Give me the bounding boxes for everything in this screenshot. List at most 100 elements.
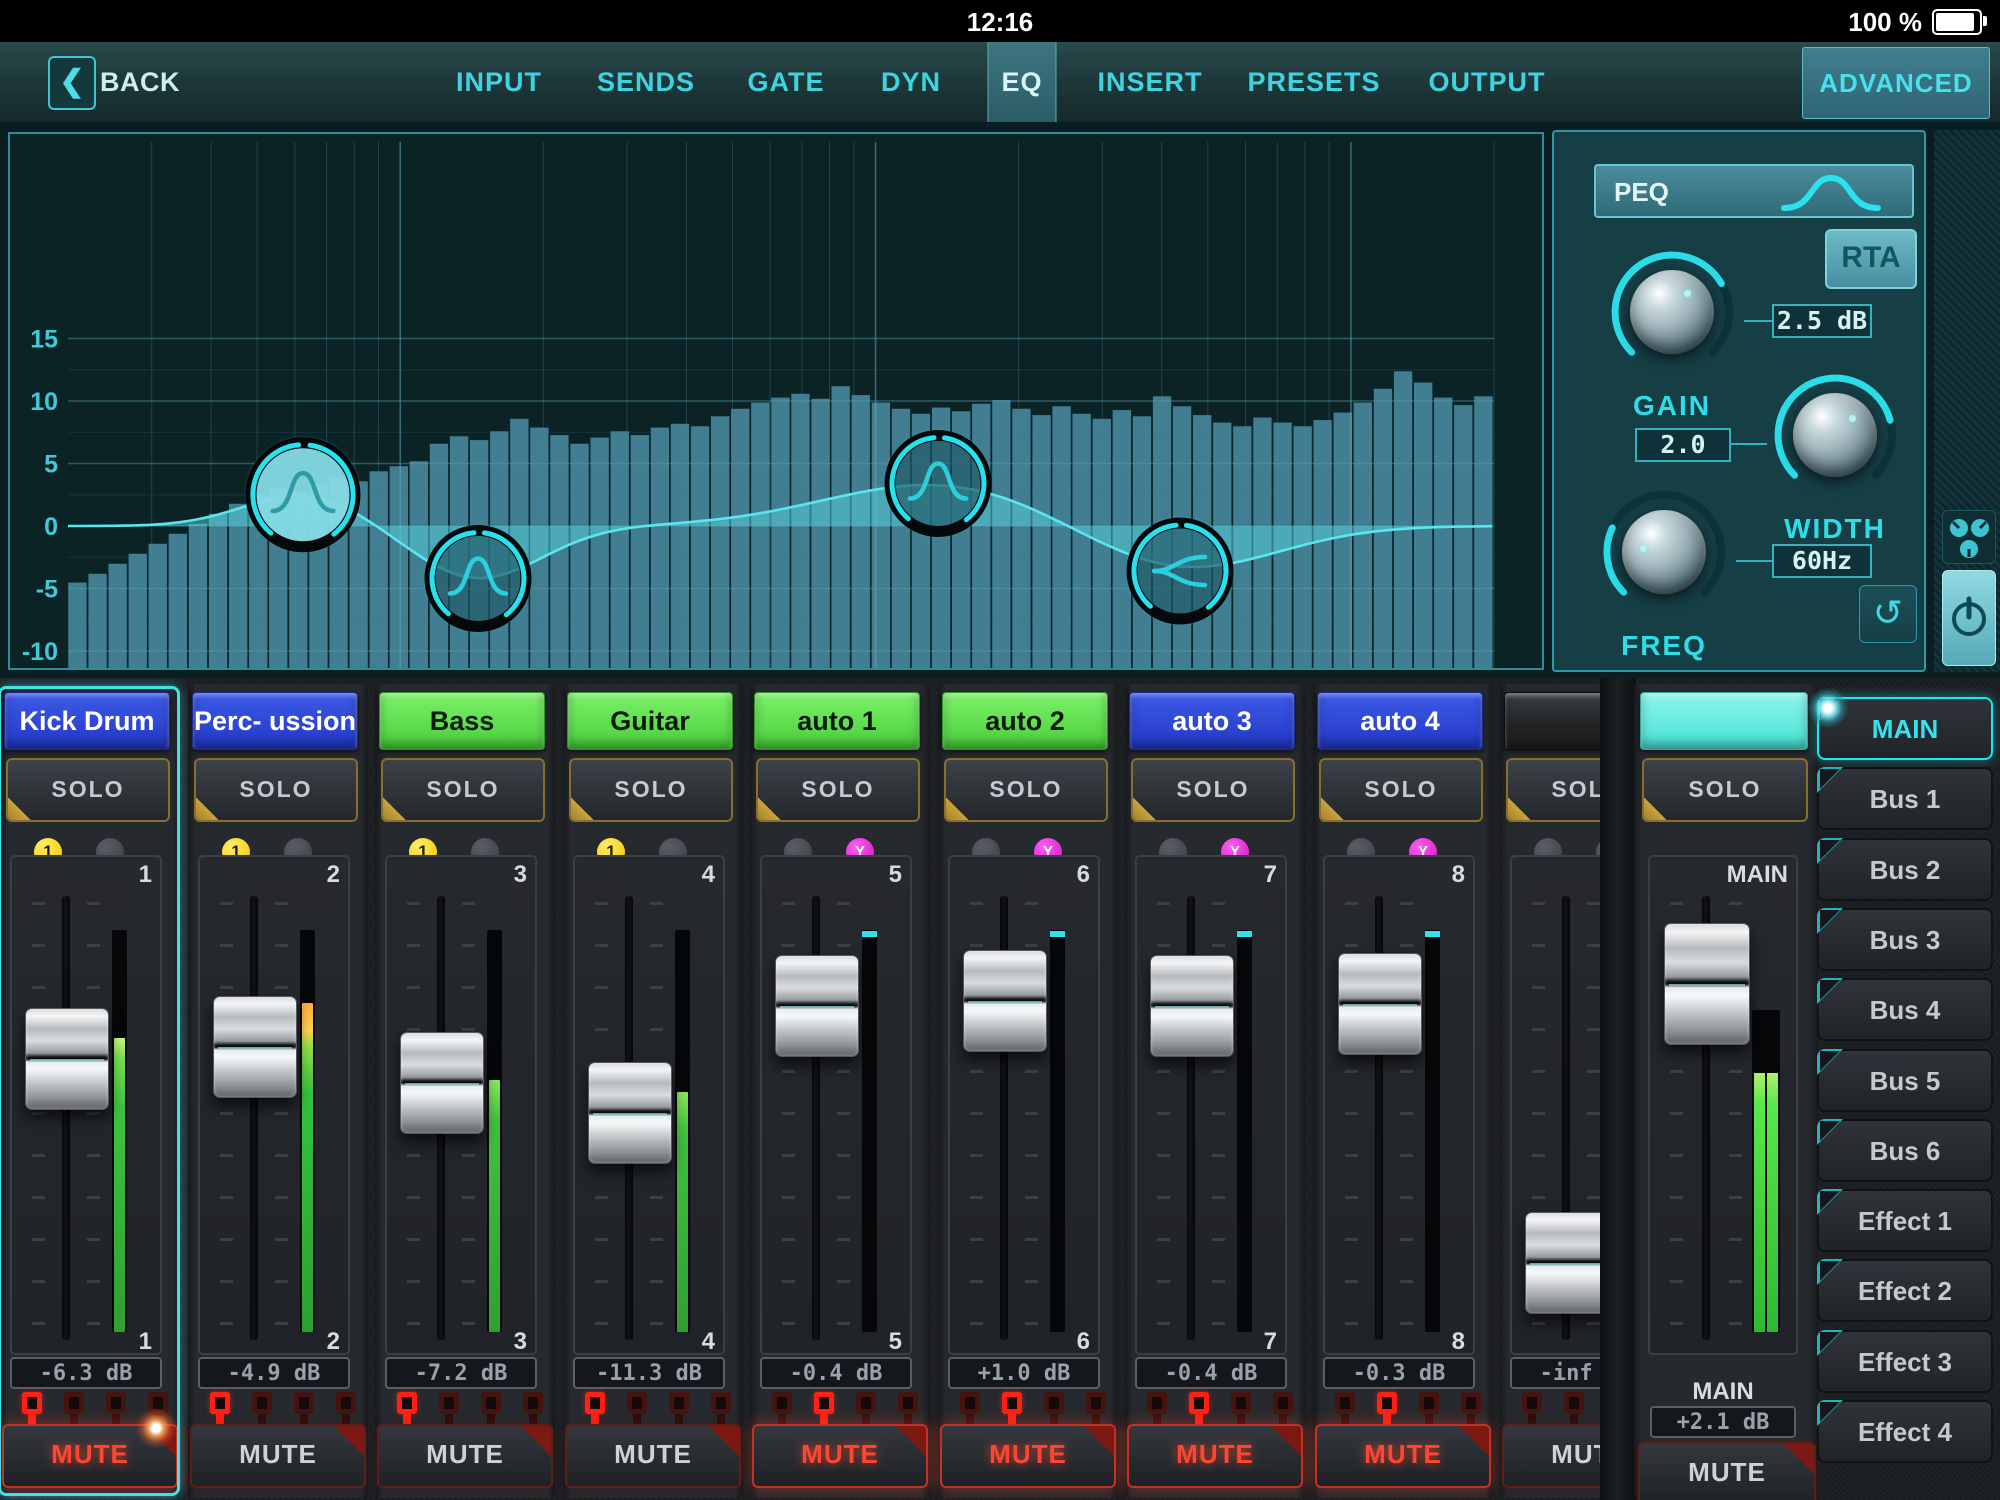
- sidebar-item-bus-1[interactable]: Bus 1: [1817, 767, 1993, 830]
- fader-cap[interactable]: [400, 1032, 484, 1134]
- send-indicator-square: [627, 1392, 647, 1414]
- tab-gate[interactable]: GATE: [734, 42, 839, 122]
- main-solo-button[interactable]: SOLO: [1642, 758, 1808, 822]
- freq-label: FREQ: [1621, 630, 1707, 661]
- channel-name-label[interactable]: [1504, 692, 1600, 750]
- fader-cap[interactable]: [1338, 953, 1422, 1055]
- fader-cap[interactable]: [963, 950, 1047, 1052]
- eq-band-handle-1[interactable]: [244, 435, 362, 554]
- fader-tick: [1670, 1070, 1683, 1073]
- fader-tick: [1532, 1028, 1545, 1031]
- sidebar-item-bus-4[interactable]: Bus 4: [1817, 978, 1993, 1041]
- mute-button[interactable]: MUTE: [2, 1424, 178, 1488]
- solo-button[interactable]: SOLO: [1131, 758, 1295, 822]
- advanced-button[interactable]: ADVANCED: [1802, 47, 1990, 119]
- mute-button[interactable]: MUTE: [565, 1424, 741, 1488]
- width-knob[interactable]: [1765, 365, 1905, 505]
- mute-button[interactable]: MUTE: [190, 1424, 366, 1488]
- solo-button[interactable]: SOLO: [381, 758, 545, 822]
- channel-name-label[interactable]: Perc- ussion: [192, 692, 358, 750]
- fader-tick: [275, 944, 288, 947]
- fader-cap[interactable]: [588, 1062, 672, 1164]
- fader-tick: [1670, 1238, 1683, 1241]
- solo-button[interactable]: SOLO: [6, 758, 170, 822]
- eq-band-handle-4[interactable]: [1125, 516, 1235, 626]
- solo-button[interactable]: SOLO: [944, 758, 1108, 822]
- mute-button[interactable]: MUTE: [752, 1424, 928, 1488]
- tab-eq[interactable]: EQ: [987, 42, 1057, 122]
- channel-name-label[interactable]: auto 3: [1129, 692, 1295, 750]
- tab-dyn[interactable]: DYN: [867, 42, 955, 122]
- channel-number-top: 5: [888, 861, 902, 888]
- main-mute-button[interactable]: MUTE: [1638, 1442, 1816, 1500]
- send-indicator-square: [1086, 1392, 1106, 1414]
- tab-presets[interactable]: PRESETS: [1233, 42, 1394, 122]
- fader-tick: [1212, 1322, 1225, 1325]
- back-button[interactable]: ❮ BACK: [48, 56, 188, 110]
- solo-button[interactable]: SOLO: [1506, 758, 1600, 822]
- eq-band-handle-2[interactable]: [423, 523, 533, 634]
- sidebar-item-bus-2[interactable]: Bus 2: [1817, 838, 1993, 901]
- mixer-view-button[interactable]: [1942, 510, 1996, 564]
- fader-cap[interactable]: [213, 996, 297, 1098]
- fader-cap[interactable]: [1525, 1212, 1600, 1314]
- fader-tick: [1025, 1238, 1038, 1241]
- channel-name-label[interactable]: Kick Drum: [4, 692, 170, 750]
- tab-sends[interactable]: SENDS: [583, 42, 709, 122]
- channel-name-label[interactable]: Bass: [379, 692, 545, 750]
- send-indicator-square: [711, 1392, 731, 1414]
- mute-button[interactable]: MUTE: [1502, 1424, 1600, 1488]
- mute-button[interactable]: MUTE: [377, 1424, 553, 1488]
- gain-knob[interactable]: [1602, 242, 1742, 382]
- db-readout: -inf dB: [1510, 1357, 1600, 1389]
- solo-button[interactable]: SOLO: [1319, 758, 1483, 822]
- fader-cap[interactable]: [1150, 955, 1234, 1057]
- sidebar-item-effect-3[interactable]: Effect 3: [1817, 1330, 1993, 1393]
- reset-button[interactable]: ↺: [1859, 585, 1917, 643]
- sidebar-item-bus-3[interactable]: Bus 3: [1817, 908, 1993, 971]
- mute-button[interactable]: MUTE: [1315, 1424, 1491, 1488]
- eq-band-handle-3[interactable]: [883, 428, 993, 539]
- fader-tick: [1400, 1070, 1413, 1073]
- freq-knob[interactable]: [1594, 482, 1734, 622]
- fader-tick: [1025, 944, 1038, 947]
- filter-type-dropdown[interactable]: PEQ: [1594, 164, 1914, 218]
- channel-name-label[interactable]: Guitar: [567, 692, 733, 750]
- power-button[interactable]: [1942, 570, 1996, 666]
- tab-insert[interactable]: INSERT: [1083, 42, 1216, 122]
- sidebar-item-effect-1[interactable]: Effect 1: [1817, 1189, 1993, 1252]
- main-name-label[interactable]: [1640, 692, 1808, 750]
- fader-tick: [1729, 1070, 1742, 1073]
- tab-output[interactable]: OUTPUT: [1415, 42, 1560, 122]
- fader-tick: [1587, 1070, 1600, 1073]
- sidebar-item-effect-4[interactable]: Effect 4: [1817, 1400, 1993, 1463]
- send-indicator-square: [856, 1392, 876, 1414]
- fader-tick: [970, 1196, 983, 1199]
- fader-tick: [87, 902, 100, 905]
- level-meter: [1425, 930, 1440, 1332]
- channel-name-label[interactable]: auto 4: [1317, 692, 1483, 750]
- sidebar-item-effect-2[interactable]: Effect 2: [1817, 1259, 1993, 1322]
- fader-tick: [1400, 944, 1413, 947]
- channel-name-label[interactable]: auto 2: [942, 692, 1108, 750]
- tab-input[interactable]: INPUT: [442, 42, 556, 122]
- fader-tick: [837, 944, 850, 947]
- channel-name-label[interactable]: auto 1: [754, 692, 920, 750]
- channel-number-top: 2: [326, 861, 340, 888]
- fader-cap[interactable]: [775, 955, 859, 1057]
- mute-button[interactable]: MUTE: [1127, 1424, 1303, 1488]
- mute-button[interactable]: MUTE: [940, 1424, 1116, 1488]
- fader-tick: [275, 1280, 288, 1283]
- solo-button[interactable]: SOLO: [194, 758, 358, 822]
- fader-tick: [1729, 902, 1742, 905]
- rta-button[interactable]: RTA: [1825, 229, 1917, 289]
- solo-button[interactable]: SOLO: [569, 758, 733, 822]
- solo-button[interactable]: SOLO: [756, 758, 920, 822]
- send-indicator-square: [1461, 1392, 1481, 1414]
- sidebar-item-bus-6[interactable]: Bus 6: [1817, 1119, 1993, 1182]
- main-fader-cap[interactable]: [1664, 923, 1750, 1045]
- sidebar-item-bus-5[interactable]: Bus 5: [1817, 1049, 1993, 1112]
- sidebar-item-main[interactable]: MAIN: [1817, 697, 1993, 760]
- fader-cap[interactable]: [25, 1008, 109, 1110]
- fader-tick: [87, 1154, 100, 1157]
